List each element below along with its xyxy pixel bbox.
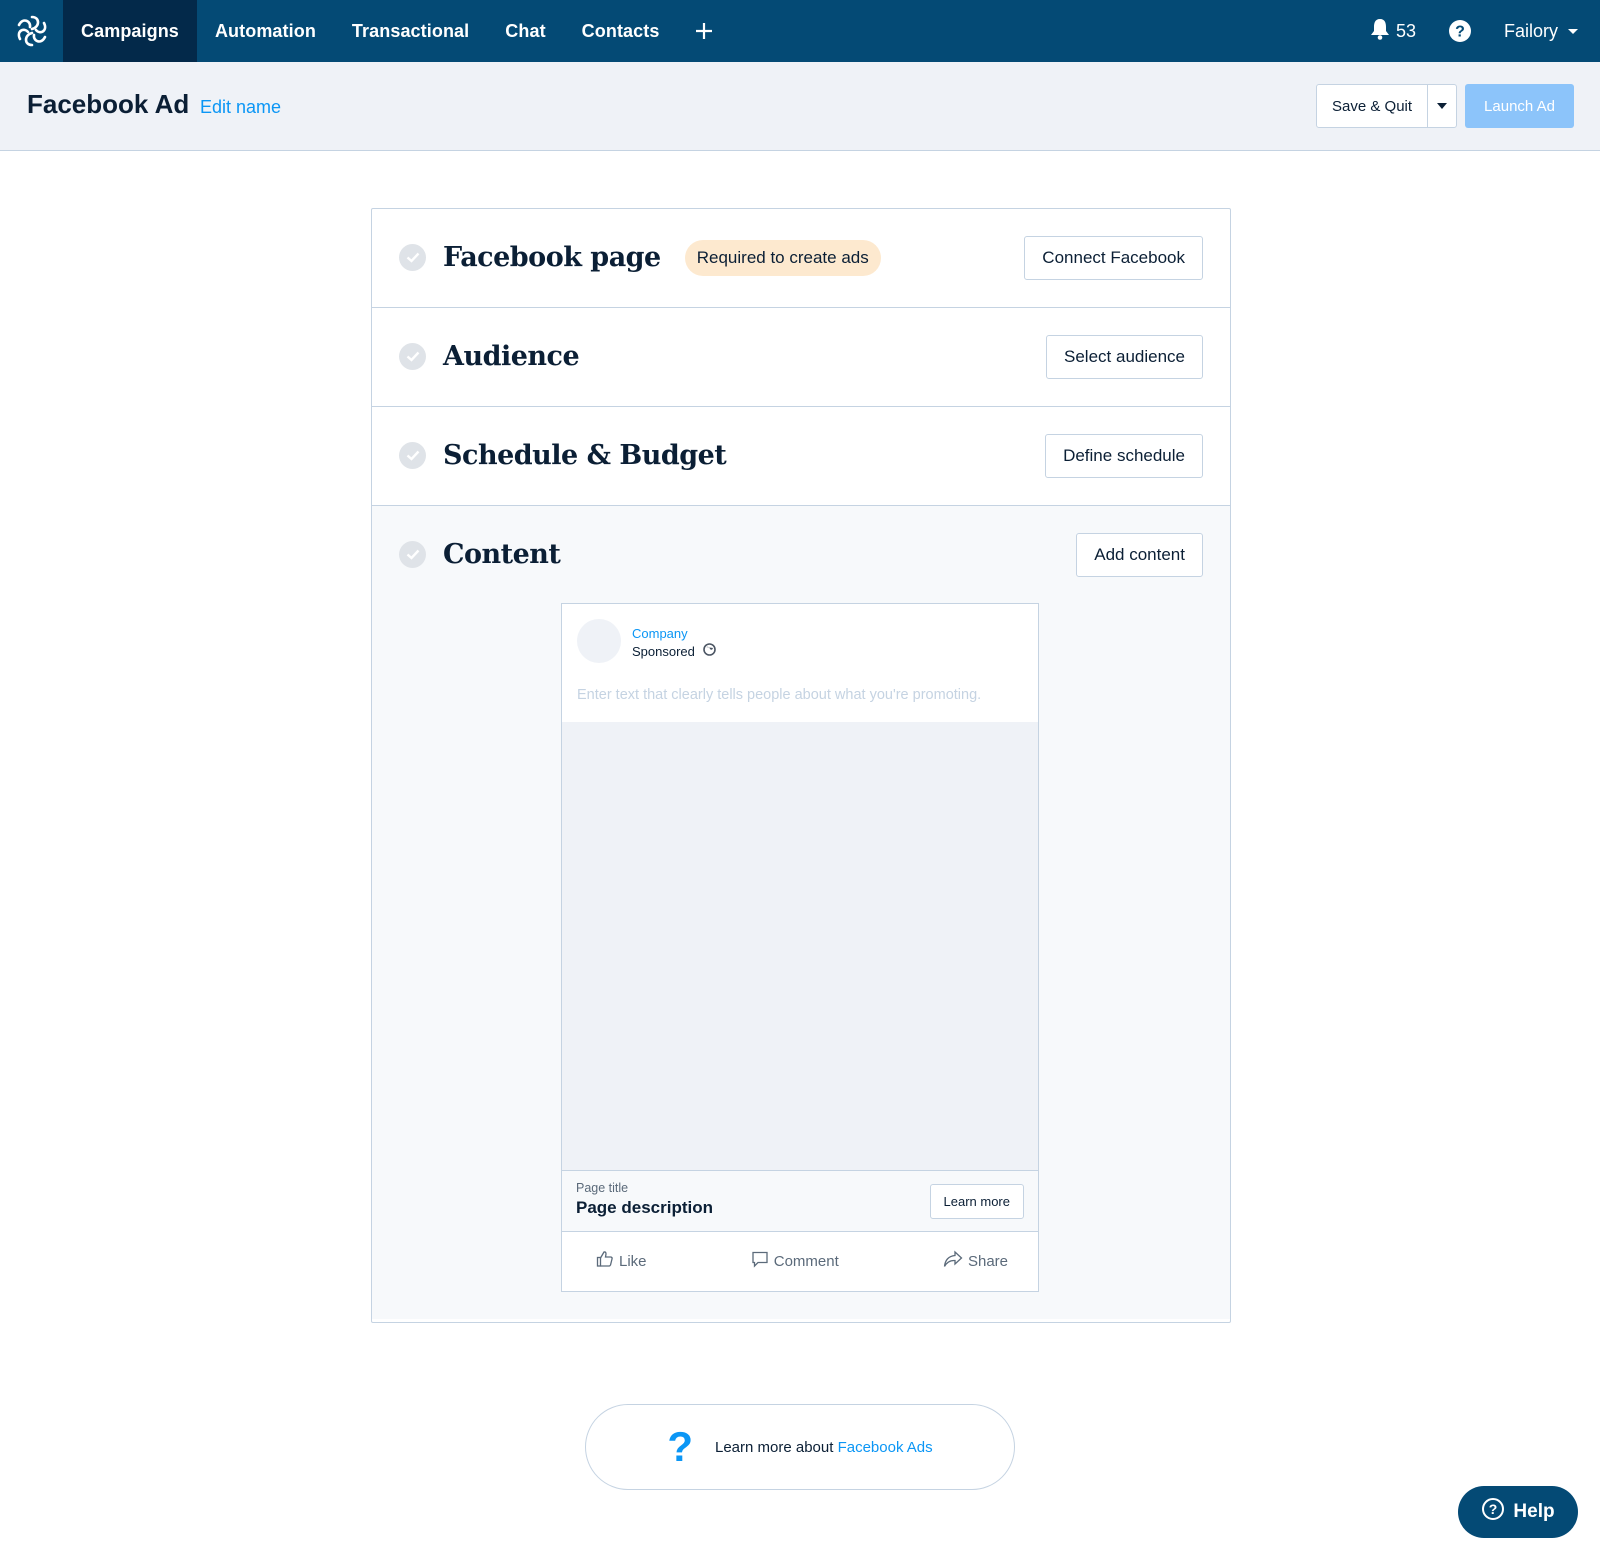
nav-chat[interactable]: Chat: [487, 0, 563, 62]
launch-ad-button[interactable]: Launch Ad: [1465, 84, 1574, 128]
edit-name-link[interactable]: Edit name: [200, 97, 281, 118]
learn-more-banner: ? Learn more about Facebook Ads: [585, 1404, 1015, 1490]
save-quit-button[interactable]: Save & Quit: [1317, 85, 1429, 127]
comment-action[interactable]: Comment: [751, 1250, 839, 1272]
ad-setup-card: Facebook page Required to create ads Con…: [371, 208, 1231, 1323]
ad-text-placeholder: Enter text that clearly tells people abo…: [577, 687, 982, 703]
check-circle-icon: [399, 343, 426, 370]
check-circle-icon: [399, 244, 426, 271]
share-action[interactable]: Share: [943, 1250, 1008, 1272]
section-title: Facebook page: [443, 242, 661, 273]
learn-more-text: Learn more about Facebook Ads: [715, 1439, 933, 1456]
learn-more-cta-button[interactable]: Learn more: [929, 1184, 1024, 1219]
notifications-button[interactable]: 53: [1370, 18, 1416, 45]
svg-text:?: ?: [1455, 24, 1465, 41]
nav-right: 53 ? Failory: [1370, 0, 1600, 62]
section-title: Schedule & Budget: [443, 440, 727, 471]
section-facebook-page: Facebook page Required to create ads Con…: [372, 209, 1230, 308]
chevron-down-icon: [1568, 28, 1578, 34]
ad-link-footer: Page title Page description Learn more: [562, 1171, 1038, 1232]
account-menu[interactable]: Failory: [1504, 21, 1578, 42]
section-title: Content: [443, 539, 561, 570]
share-icon: [943, 1250, 963, 1272]
globe-icon: [703, 643, 716, 659]
svg-text:?: ?: [1489, 1501, 1498, 1517]
sendinblue-logo-icon[interactable]: [0, 0, 63, 62]
check-circle-icon: [399, 442, 426, 469]
ad-preview: Company Sponsored Enter text that clearl…: [561, 603, 1039, 1292]
top-navigation: Campaigns Automation Transactional Chat …: [0, 0, 1600, 62]
comment-icon: [751, 1250, 769, 1272]
account-name: Failory: [1503, 20, 1558, 41]
save-quit-group: Save & Quit: [1316, 84, 1458, 128]
check-circle-icon: [399, 541, 426, 568]
add-content-button[interactable]: Add content: [1076, 533, 1203, 577]
section-title: Audience: [443, 341, 580, 372]
like-label: Like: [619, 1252, 647, 1270]
define-schedule-button[interactable]: Define schedule: [1045, 434, 1203, 478]
caret-down-icon: [1437, 103, 1448, 109]
nav-transactional[interactable]: Transactional: [334, 0, 487, 62]
section-content: Content Add content Company Sponsored En…: [372, 506, 1230, 1319]
sponsored-text: Sponsored: [632, 643, 695, 659]
share-label: Share: [967, 1252, 1008, 1270]
plus-icon[interactable]: [677, 0, 731, 62]
page-header: Facebook Ad Edit name Save & Quit Launch…: [0, 62, 1600, 151]
help-circle-icon: ?: [1481, 1497, 1505, 1527]
nav-automation[interactable]: Automation: [197, 0, 334, 62]
company-avatar: [577, 619, 621, 663]
nav-contacts[interactable]: Contacts: [564, 0, 678, 62]
learn-more-prefix: Learn more about: [715, 1438, 838, 1456]
notifications-count: 53: [1395, 20, 1416, 41]
save-options-dropdown[interactable]: [1428, 85, 1456, 127]
connect-facebook-button[interactable]: Connect Facebook: [1024, 236, 1203, 280]
sponsored-label: Sponsored: [632, 643, 716, 659]
section-schedule-budget: Schedule & Budget Define schedule: [372, 407, 1230, 506]
section-audience: Audience Select audience: [372, 308, 1230, 407]
ad-image-placeholder: [562, 722, 1038, 1171]
nav-campaigns[interactable]: Campaigns: [63, 0, 197, 62]
help-label: Help: [1513, 1501, 1555, 1522]
required-badge: Required to create ads: [684, 239, 881, 276]
ad-actions-bar: Like Comment Share: [562, 1232, 1038, 1290]
comment-label: Comment: [773, 1252, 839, 1270]
company-name: Company: [632, 626, 688, 641]
help-icon[interactable]: ?: [1448, 19, 1472, 43]
page-title: Facebook Ad: [27, 89, 190, 119]
help-button[interactable]: ? Help: [1458, 1486, 1578, 1538]
page-title-label: Page title: [576, 1181, 629, 1195]
facebook-ads-link[interactable]: Facebook Ads: [838, 1439, 933, 1456]
like-action[interactable]: Like: [596, 1250, 647, 1272]
bell-icon: [1370, 18, 1390, 45]
question-mark-icon: ?: [667, 1423, 693, 1470]
page-description: Page description: [576, 1198, 713, 1217]
thumbs-up-icon: [596, 1250, 614, 1272]
select-audience-button[interactable]: Select audience: [1046, 335, 1203, 379]
